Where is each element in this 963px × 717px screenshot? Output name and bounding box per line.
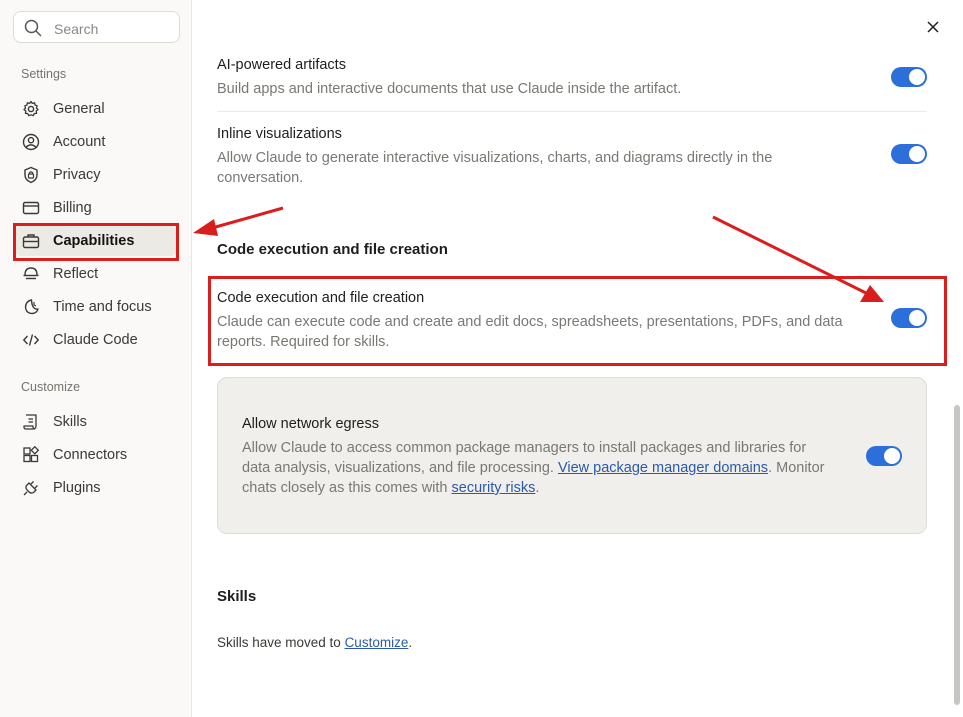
reflect-icon — [22, 265, 40, 283]
close-icon — [927, 21, 939, 33]
sidebar-item-label: Connectors — [53, 447, 128, 463]
capabilities-highlight-box — [13, 223, 179, 261]
inline-viz-toggle[interactable] — [891, 144, 927, 164]
user-circle-icon — [22, 133, 40, 151]
customize-link[interactable]: Customize — [345, 635, 409, 650]
shield-lock-icon — [22, 166, 40, 184]
sidebar-item-label: Time and focus — [53, 299, 152, 315]
inline-viz-description-cont: conversation. — [217, 170, 304, 186]
grid-icon — [22, 446, 40, 464]
artifacts-toggle[interactable] — [891, 67, 927, 87]
code-execution-highlight-box — [208, 276, 947, 366]
scrollbar-thumb[interactable] — [954, 405, 960, 705]
sidebar-item-label: Billing — [53, 200, 92, 216]
sidebar-item-label: General — [53, 101, 105, 117]
egress-text: data analysis, visualizations, and file … — [242, 460, 558, 476]
arrow-to-capabilities — [193, 206, 284, 236]
settings-section-label: Settings — [21, 67, 67, 81]
security-risks-link[interactable]: security risks — [452, 480, 536, 496]
sidebar-item-label: Skills — [53, 414, 87, 430]
sidebar-item-claude-code[interactable]: Claude Code — [15, 325, 177, 355]
sidebar-item-label: Plugins — [53, 480, 101, 496]
network-egress-description: Allow Claude to access common package ma… — [242, 440, 807, 456]
skills-text: Skills have moved to — [217, 635, 345, 650]
code-icon — [22, 331, 40, 349]
sidebar-item-billing[interactable]: Billing — [15, 193, 177, 223]
egress-text: chats closely as this comes with — [242, 480, 452, 496]
skills-moved-text: Skills have moved to Customize. — [217, 633, 412, 653]
inline-viz-title: Inline visualizations — [217, 126, 342, 142]
sidebar-item-label: Account — [53, 134, 106, 150]
artifacts-description: Build apps and interactive documents tha… — [217, 81, 682, 97]
network-egress-card: Allow network egress Allow Claude to acc… — [217, 377, 927, 534]
credit-card-icon — [22, 199, 40, 217]
search-box[interactable] — [13, 11, 180, 43]
sidebar-item-privacy[interactable]: Privacy — [15, 160, 177, 190]
sidebar-item-account[interactable]: Account — [15, 127, 177, 157]
sidebar-item-reflect[interactable]: Reflect — [15, 259, 177, 289]
sidebar-item-general[interactable]: General — [15, 94, 177, 124]
sidebar-item-label: Privacy — [53, 167, 101, 183]
view-package-manager-domains-link[interactable]: View package manager domains — [558, 460, 768, 476]
egress-text: . — [535, 480, 540, 496]
artifacts-title: AI-powered artifacts — [217, 57, 346, 73]
settings-sidebar: Settings General Account Privacy Billing… — [0, 0, 192, 717]
close-button[interactable] — [922, 16, 944, 38]
skills-section-heading: Skills — [217, 588, 257, 605]
search-icon — [24, 19, 42, 37]
search-input[interactable] — [52, 18, 176, 40]
sidebar-item-skills[interactable]: Skills — [15, 407, 177, 437]
egress-text: . Monitor — [768, 460, 825, 476]
divider — [217, 111, 927, 112]
sidebar-item-label: Claude Code — [53, 332, 138, 348]
inline-viz-description: Allow Claude to generate interactive vis… — [217, 150, 773, 166]
network-egress-description-line3: chats closely as this comes with securit… — [242, 478, 539, 498]
sidebar-item-time-and-focus[interactable]: Time and focus — [15, 292, 177, 322]
skills-text: . — [408, 635, 413, 650]
sidebar-item-plugins[interactable]: Plugins — [15, 473, 177, 503]
moon-clock-icon — [22, 298, 40, 316]
sidebar-item-label: Reflect — [53, 266, 99, 282]
network-egress-toggle[interactable] — [866, 446, 902, 466]
gear-icon — [22, 100, 40, 118]
scroll-icon — [22, 413, 40, 431]
customize-section-label: Customize — [21, 380, 81, 394]
code-execution-section-heading: Code execution and file creation — [217, 241, 448, 258]
network-egress-title: Allow network egress — [242, 416, 379, 432]
sidebar-item-connectors[interactable]: Connectors — [15, 440, 177, 470]
plug-icon — [22, 479, 40, 497]
network-egress-description-line2: data analysis, visualizations, and file … — [242, 458, 824, 478]
